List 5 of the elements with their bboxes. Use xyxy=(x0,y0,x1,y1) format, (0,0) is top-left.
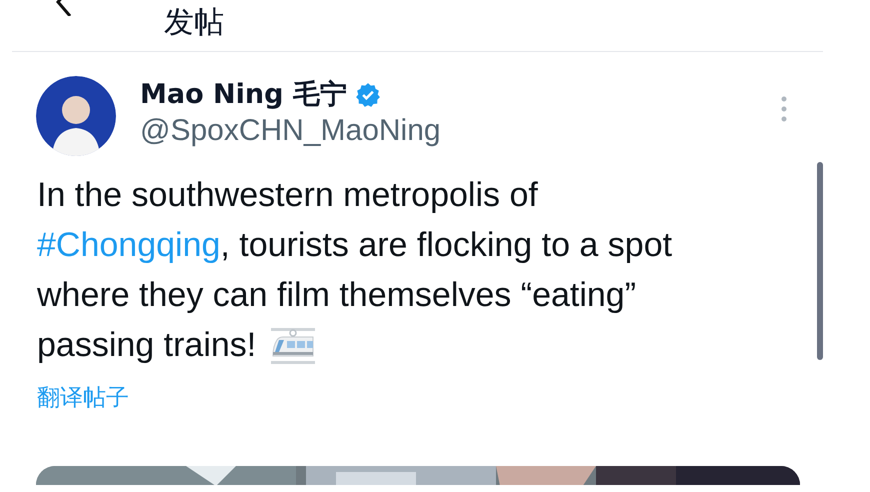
author-handle: @SpoxCHN_MaoNing xyxy=(140,114,441,148)
author-name: Mao Ning 毛宁 xyxy=(140,78,347,112)
page-title: 发帖 xyxy=(164,6,224,40)
translate-link[interactable]: 翻译帖子 xyxy=(37,382,129,414)
hashtag-link[interactable]: #Chongqing xyxy=(37,226,220,264)
